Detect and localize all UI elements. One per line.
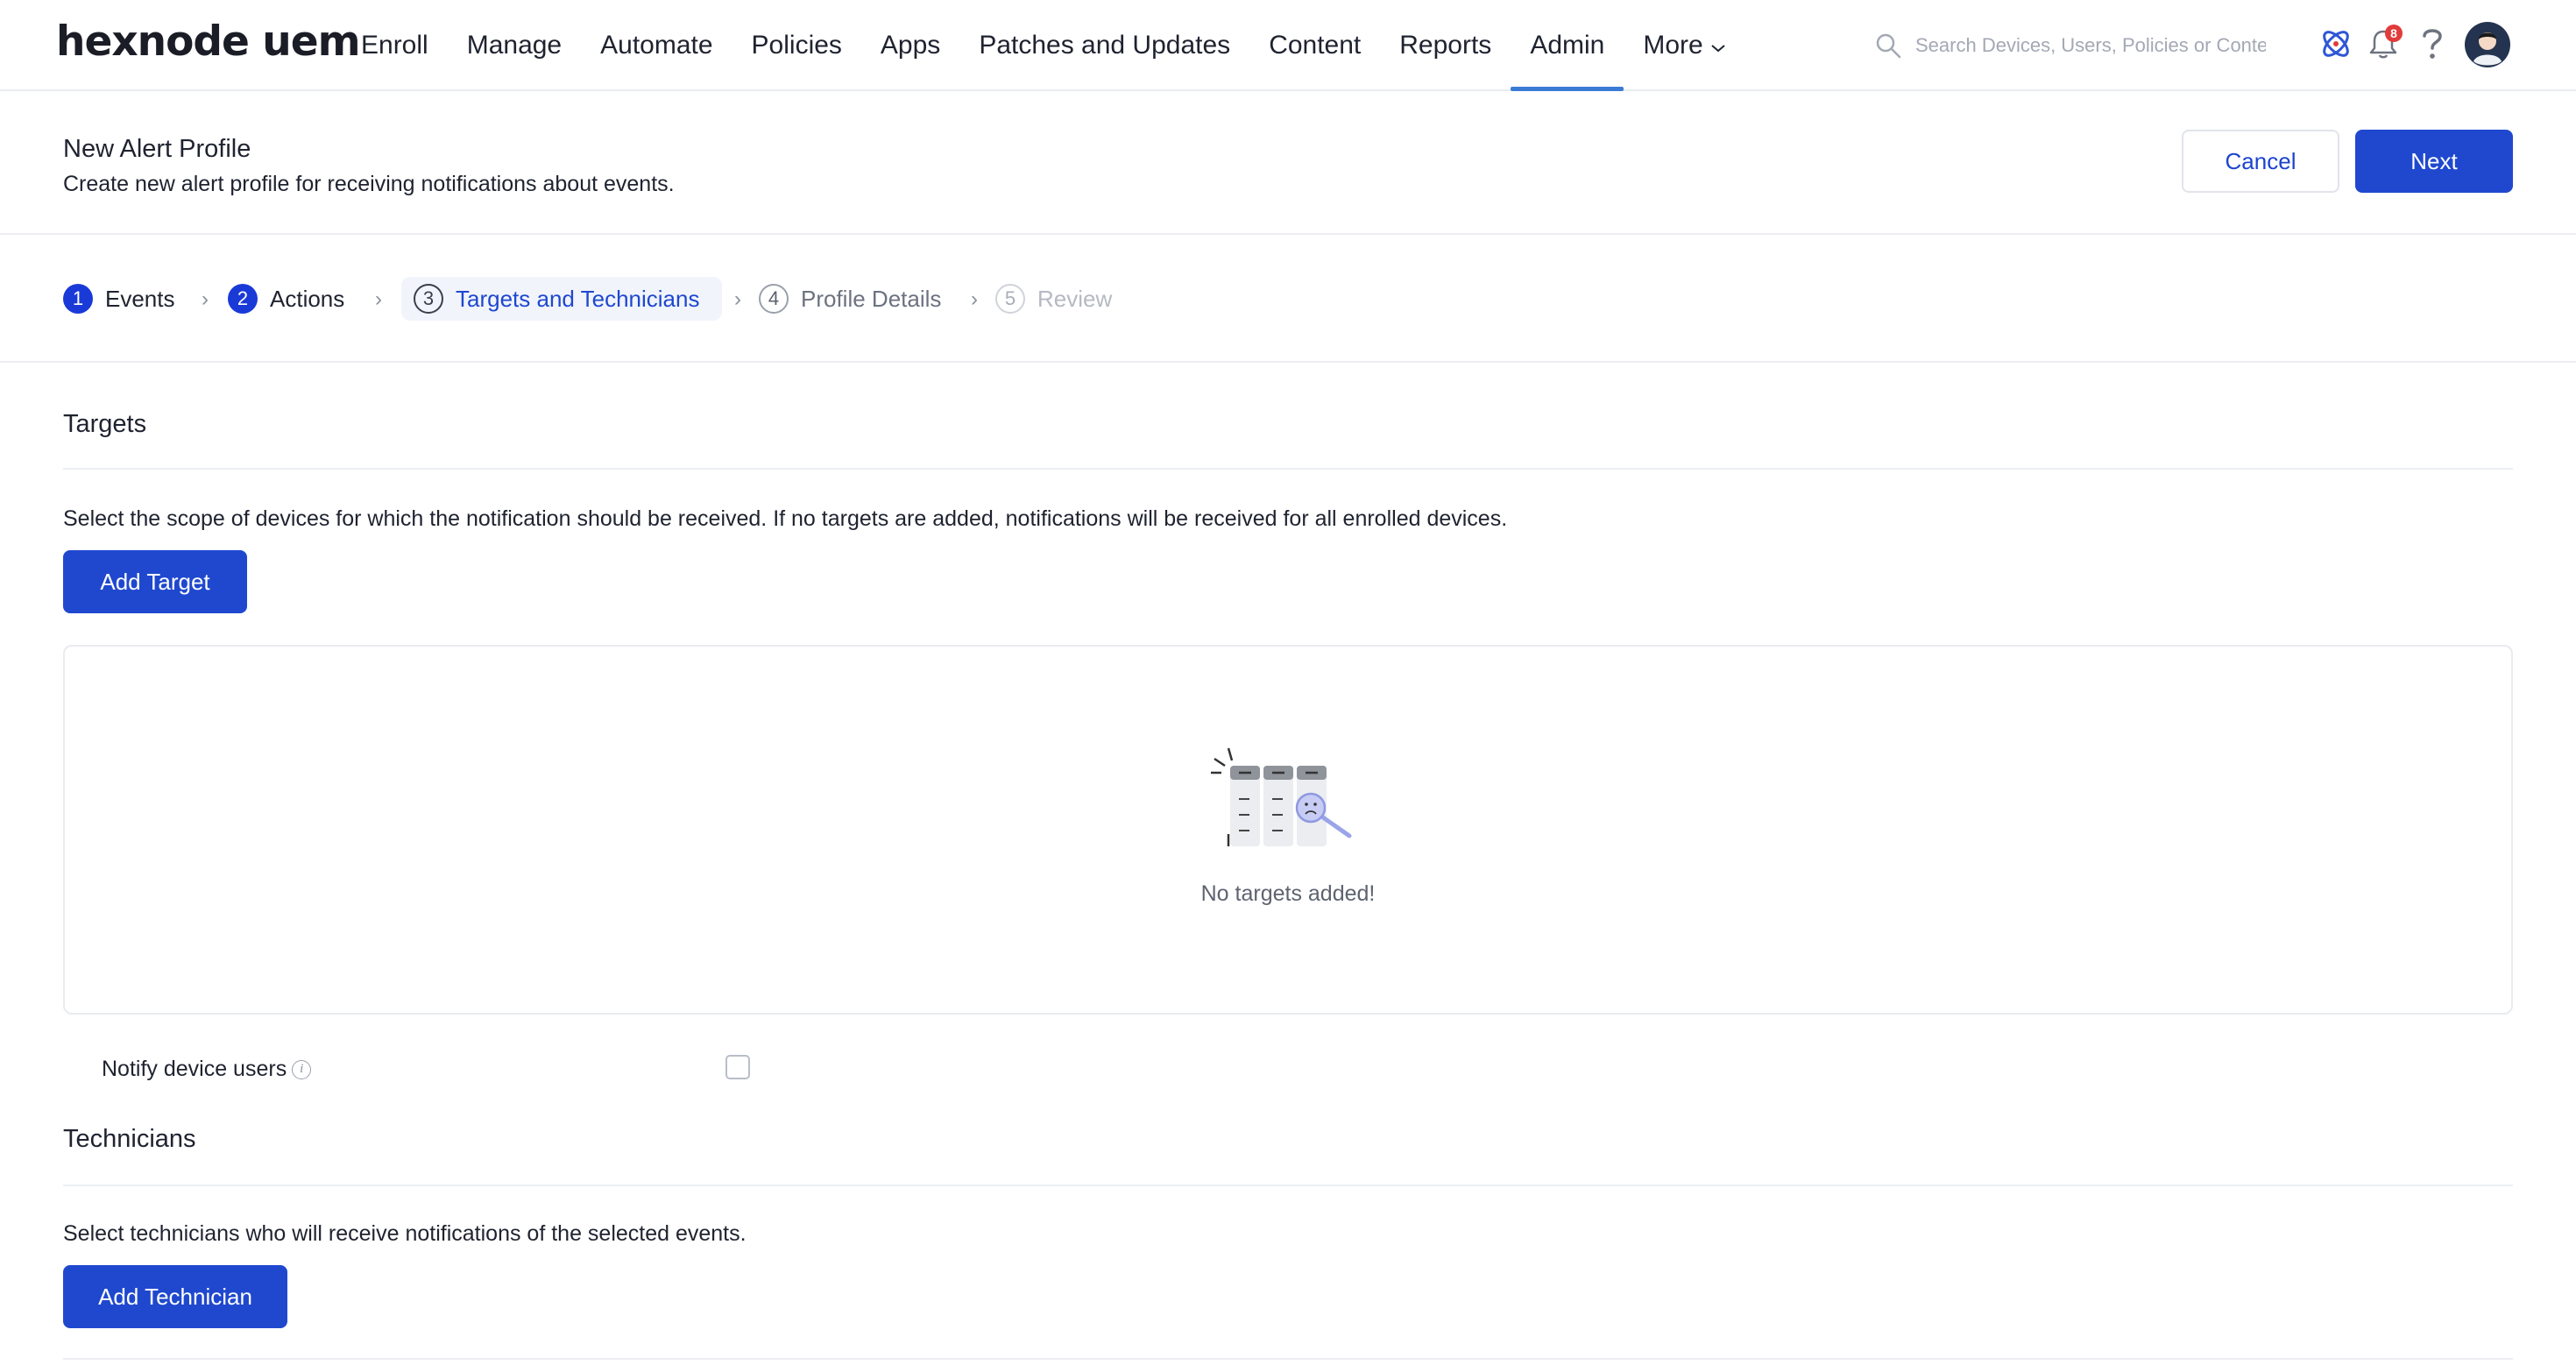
page-title: New Alert Profile — [63, 135, 251, 163]
top-navigation-bar: hexnode uem Enroll Manage Automate Polic… — [0, 0, 2576, 91]
next-button[interactable]: Next — [2355, 130, 2513, 193]
step-label: Events — [105, 285, 175, 312]
hexnode-connect-icon[interactable] — [2315, 23, 2357, 65]
hexnode-logo[interactable]: hexnode uem — [56, 18, 361, 66]
step-actions[interactable]: 2 Actions — [228, 277, 344, 321]
step-profile-details[interactable]: 4 Profile Details — [759, 277, 941, 321]
chevron-right-icon: › — [734, 287, 741, 311]
targets-heading: Targets — [63, 410, 147, 438]
nav-item-apps[interactable]: Apps — [861, 0, 959, 91]
chevron-right-icon: › — [202, 287, 209, 311]
step-label: Actions — [270, 285, 345, 312]
divider — [63, 1358, 2513, 1360]
nav-item-admin[interactable]: Admin — [1511, 0, 1624, 91]
chevron-down-icon — [1710, 36, 1726, 59]
chevron-right-icon: › — [971, 287, 978, 311]
divider — [63, 1185, 2513, 1186]
info-icon[interactable]: i — [292, 1059, 312, 1079]
empty-state-message: No targets added! — [1200, 881, 1376, 906]
step-label: Targets and Technicians — [456, 285, 700, 312]
step-number: 5 — [995, 284, 1025, 314]
nav-item-patches-and-updates[interactable]: Patches and Updates — [959, 0, 1249, 91]
divider — [63, 468, 2513, 470]
no-results-illustration — [1209, 746, 1367, 852]
targets-description: Select the scope of devices for which th… — [63, 506, 1508, 531]
step-number: 2 — [228, 284, 258, 314]
notification-count-badge: 8 — [2385, 25, 2403, 42]
add-target-button[interactable]: Add Target — [63, 550, 247, 613]
page-subtitle: Create new alert profile for receiving n… — [63, 172, 675, 196]
notify-device-users-label: Notify device users i — [102, 1057, 312, 1082]
notify-device-users-checkbox[interactable] — [725, 1055, 750, 1079]
step-targets-and-technicians[interactable]: 3 Targets and Technicians — [401, 277, 722, 321]
nav-item-content[interactable]: Content — [1249, 0, 1380, 91]
nav-item-reports[interactable]: Reports — [1380, 0, 1511, 91]
search-icon — [1873, 31, 1903, 60]
nav-item-more[interactable]: More — [1624, 0, 1744, 91]
global-search[interactable] — [1873, 26, 2276, 65]
page-header: New Alert Profile Create new alert profi… — [0, 91, 2576, 235]
search-input[interactable] — [1915, 34, 2266, 57]
notifications-bell[interactable]: 8 — [2362, 23, 2404, 65]
step-events[interactable]: 1 Events — [63, 277, 175, 321]
main-nav: Enroll Manage Automate Policies Apps Pat… — [342, 0, 1745, 91]
add-technician-button[interactable]: Add Technician — [63, 1265, 287, 1328]
cancel-button[interactable]: Cancel — [2182, 130, 2339, 193]
technicians-heading: Technicians — [63, 1125, 196, 1153]
help-icon[interactable] — [2411, 23, 2453, 65]
nav-item-policies[interactable]: Policies — [732, 0, 861, 91]
wizard-stepper: 1 Events › 2 Actions › 3 Targets and Tec… — [0, 235, 2576, 363]
nav-item-automate[interactable]: Automate — [581, 0, 732, 91]
step-label: Profile Details — [801, 285, 942, 312]
step-number: 4 — [759, 284, 789, 314]
step-number: 1 — [63, 284, 93, 314]
nav-item-manage[interactable]: Manage — [448, 0, 581, 91]
technicians-description: Select technicians who will receive noti… — [63, 1221, 747, 1246]
step-label: Review — [1037, 285, 1113, 312]
step-review: 5 Review — [995, 277, 1112, 321]
nav-item-enroll[interactable]: Enroll — [342, 0, 448, 91]
chevron-right-icon: › — [375, 287, 382, 311]
step-number: 3 — [414, 284, 443, 314]
user-avatar[interactable] — [2464, 21, 2511, 68]
